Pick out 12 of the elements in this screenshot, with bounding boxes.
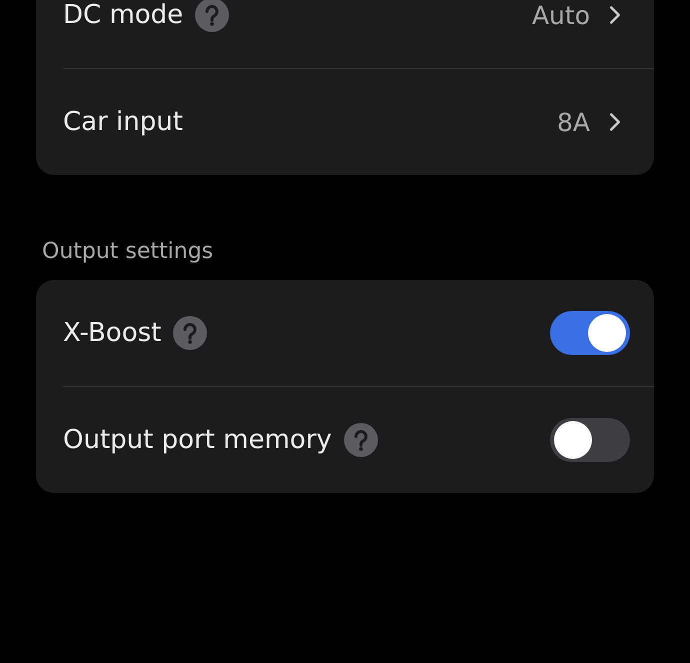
- toggle-switch[interactable]: [550, 418, 630, 462]
- setting-label: Output port memory: [63, 425, 332, 455]
- setting-value[interactable]: Auto: [532, 0, 590, 30]
- setting-label: DC mode: [63, 0, 184, 30]
- setting-value[interactable]: 8A: [556, 108, 590, 136]
- help-icon[interactable]: [344, 423, 378, 457]
- setting-label: Car input: [63, 107, 183, 137]
- help-icon[interactable]: [195, 0, 230, 32]
- section-title: Output settings: [41, 239, 214, 266]
- help-icon[interactable]: [173, 316, 208, 350]
- setting-label: X-Boost: [63, 318, 162, 348]
- toggle-switch[interactable]: [550, 311, 630, 355]
